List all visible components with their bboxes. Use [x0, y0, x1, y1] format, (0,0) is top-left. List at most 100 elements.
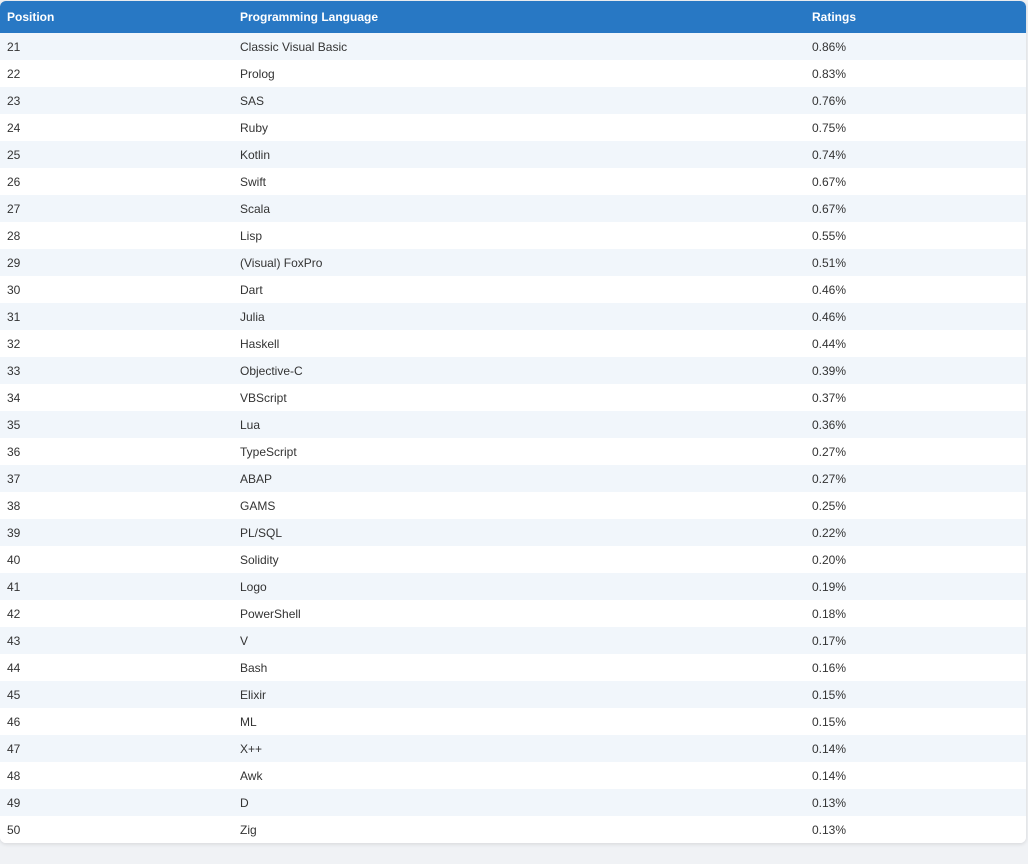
table-row: 49 D 0.13%: [0, 789, 1026, 816]
cell-language: VBScript: [240, 390, 287, 405]
cell-position: 37: [7, 471, 21, 486]
cell-rating: 0.15%: [812, 687, 847, 702]
header-programming-language[interactable]: Programming Language: [233, 1, 805, 33]
cell-rating: 0.76%: [812, 93, 847, 108]
cell-rating: 0.19%: [812, 579, 847, 594]
cell-language: Bash: [240, 660, 268, 675]
cell-position: 38: [7, 498, 21, 513]
cell-language: Logo: [240, 579, 267, 594]
cell-position: 26: [7, 174, 21, 189]
cell-rating: 0.20%: [812, 552, 847, 567]
cell-position: 50: [7, 822, 21, 837]
cell-language: GAMS: [240, 498, 276, 513]
cell-rating: 0.67%: [812, 201, 847, 216]
table-row: 35 Lua 0.36%: [0, 411, 1026, 438]
cell-language: SAS: [240, 93, 265, 108]
page: Position Programming Language Ratings 21…: [0, 0, 1028, 864]
cell-rating: 0.27%: [812, 471, 847, 486]
cell-rating: 0.44%: [812, 336, 847, 351]
cell-rating: 0.27%: [812, 444, 847, 459]
header-row: Position Programming Language Ratings: [0, 1, 1026, 33]
table-row: 26 Swift 0.67%: [0, 168, 1026, 195]
table-row: 42 PowerShell 0.18%: [0, 600, 1026, 627]
cell-position: 27: [7, 201, 21, 216]
cell-language: Kotlin: [240, 147, 271, 162]
header-position[interactable]: Position: [0, 1, 233, 33]
cell-position: 41: [7, 579, 21, 594]
cell-rating: 0.51%: [812, 255, 847, 270]
table-row: 38 GAMS 0.25%: [0, 492, 1026, 519]
cell-rating: 0.13%: [812, 795, 847, 810]
cell-rating: 0.13%: [812, 822, 847, 837]
cell-language: Prolog: [240, 66, 275, 81]
cell-position: 42: [7, 606, 21, 621]
cell-language: Haskell: [240, 336, 280, 351]
cell-position: 25: [7, 147, 21, 162]
cell-language: Lisp: [240, 228, 263, 243]
table-row: 21 Classic Visual Basic 0.86%: [0, 33, 1026, 60]
cell-language: Solidity: [240, 552, 279, 567]
cell-position: 32: [7, 336, 21, 351]
cell-position: 36: [7, 444, 21, 459]
cell-language: Lua: [240, 417, 261, 432]
cell-rating: 0.25%: [812, 498, 847, 513]
cell-language: Scala: [240, 201, 271, 216]
cell-rating: 0.17%: [812, 633, 847, 648]
table-row: 47 X++ 0.14%: [0, 735, 1026, 762]
cell-language: Julia: [240, 309, 265, 324]
cell-position: 24: [7, 120, 21, 135]
cell-position: 45: [7, 687, 21, 702]
table-row: 41 Logo 0.19%: [0, 573, 1026, 600]
table-row: 43 V 0.17%: [0, 627, 1026, 654]
table-row: 37 ABAP 0.27%: [0, 465, 1026, 492]
cell-position: 39: [7, 525, 21, 540]
table-row: 34 VBScript 0.37%: [0, 384, 1026, 411]
cell-position: 34: [7, 390, 21, 405]
table-row: 31 Julia 0.46%: [0, 303, 1026, 330]
cell-position: 47: [7, 741, 21, 756]
table-row: 33 Objective-C 0.39%: [0, 357, 1026, 384]
cell-rating: 0.46%: [812, 282, 847, 297]
cell-rating: 0.14%: [812, 768, 847, 783]
cell-language: (Visual) FoxPro: [240, 255, 323, 270]
cell-language: Elixir: [240, 687, 266, 702]
table-body: 21 Classic Visual Basic 0.86% 22 Prolog 0.83%…: [0, 33, 1026, 843]
cell-language: Objective-C: [240, 363, 303, 378]
cell-position: 33: [7, 363, 21, 378]
table-row: 24 Ruby 0.75%: [0, 114, 1026, 141]
table-row: 32 Haskell 0.44%: [0, 330, 1026, 357]
table-row: 46 ML 0.15%: [0, 708, 1026, 735]
cell-position: 48: [7, 768, 21, 783]
table-row: 50 Zig 0.13%: [0, 816, 1026, 843]
cell-language: Classic Visual Basic: [240, 39, 348, 54]
cell-rating: 0.46%: [812, 309, 847, 324]
table-row: 28 Lisp 0.55%: [0, 222, 1026, 249]
cell-position: 30: [7, 282, 21, 297]
cell-position: 31: [7, 309, 21, 324]
table-row: 23 SAS 0.76%: [0, 87, 1026, 114]
table-row: 48 Awk 0.14%: [0, 762, 1026, 789]
cell-position: 21: [7, 39, 21, 54]
header-ratings[interactable]: Ratings: [805, 1, 1026, 33]
cell-rating: 0.22%: [812, 525, 847, 540]
cell-position: 29: [7, 255, 21, 270]
cell-rating: 0.83%: [812, 66, 847, 81]
cell-language: PL/SQL: [240, 525, 283, 540]
table-row: 25 Kotlin 0.74%: [0, 141, 1026, 168]
table-row: 30 Dart 0.46%: [0, 276, 1026, 303]
cell-position: 49: [7, 795, 21, 810]
cell-position: 40: [7, 552, 21, 567]
cell-rating: 0.36%: [812, 417, 847, 432]
cell-rating: 0.14%: [812, 741, 847, 756]
cell-language: Swift: [240, 174, 267, 189]
table-row: 22 Prolog 0.83%: [0, 60, 1026, 87]
cell-position: 28: [7, 228, 21, 243]
cell-rating: 0.39%: [812, 363, 847, 378]
cell-rating: 0.75%: [812, 120, 847, 135]
cell-rating: 0.16%: [812, 660, 847, 675]
cell-position: 23: [7, 93, 21, 108]
cell-rating: 0.55%: [812, 228, 847, 243]
cell-rating: 0.86%: [812, 39, 847, 54]
ratings-table: Position Programming Language Ratings 21…: [0, 1, 1026, 843]
cell-rating: 0.15%: [812, 714, 847, 729]
